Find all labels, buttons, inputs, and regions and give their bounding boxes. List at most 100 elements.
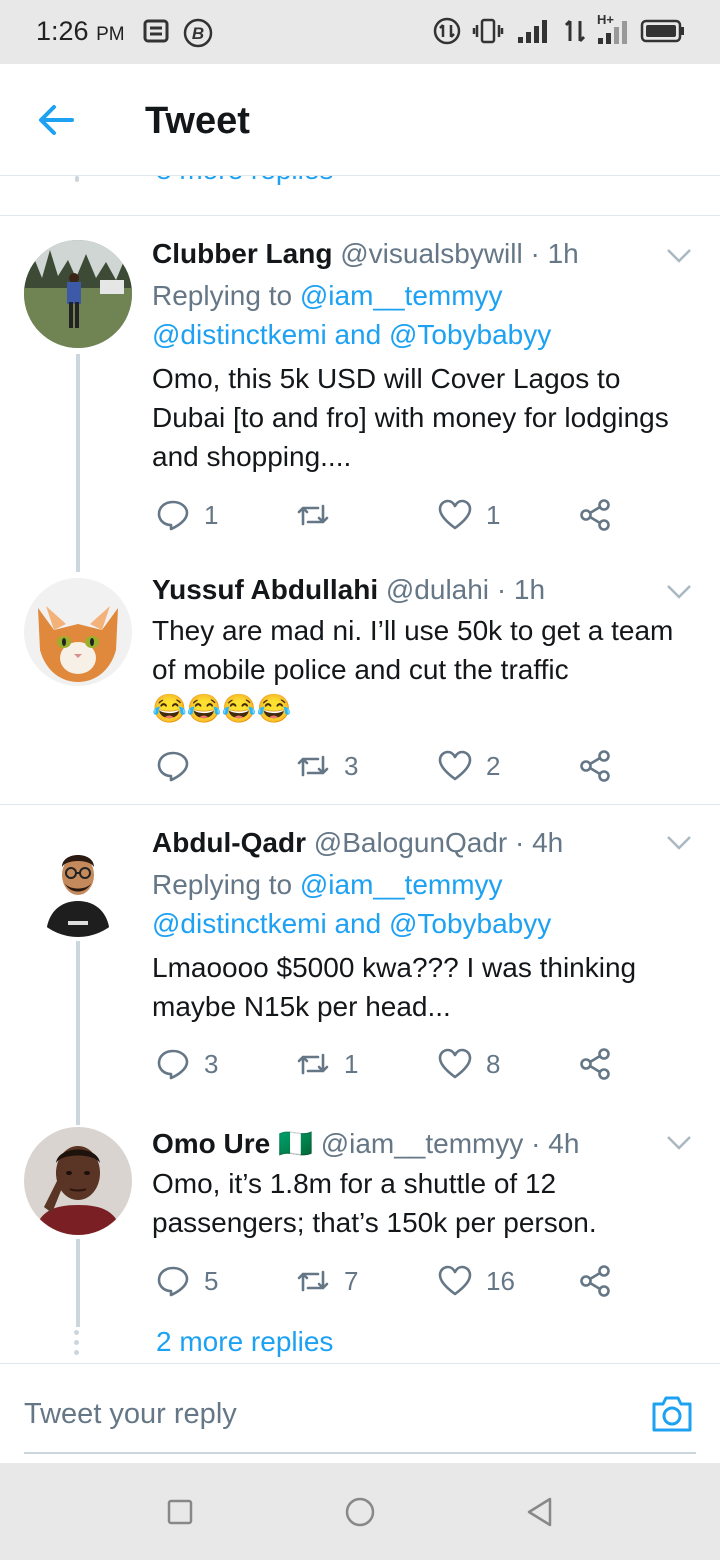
retweet-count: 3 <box>344 750 359 781</box>
mention-link[interactable]: @distinctkemi <box>152 319 327 350</box>
tweet-yussuf-abdullahi[interactable]: Yussuf Abdullahi @dulahi · 1h They are m… <box>0 562 720 804</box>
signal-icon <box>518 20 547 43</box>
avatar[interactable] <box>24 829 132 937</box>
top-more-replies-row[interactable]: 8 more replies <box>0 176 720 216</box>
back-nav-icon[interactable] <box>523 1495 557 1529</box>
tweet-header: Omo Ure 🇳🇬 @iam__temmyy · 4h <box>152 1127 579 1160</box>
reply-input-underline <box>24 1452 696 1454</box>
tweet-header: Abdul-Qadr @BalogunQadr · 4h <box>152 827 563 859</box>
status-time-value: 1:26 <box>36 16 89 46</box>
mention-link[interactable]: @iam__temmyy <box>300 280 503 311</box>
tweet-time: · 4h <box>515 827 564 858</box>
tweet-header: Yussuf Abdullahi @dulahi · 1h <box>152 574 545 606</box>
data-saver-icon <box>433 17 461 45</box>
heart-icon <box>438 1048 472 1079</box>
author-name[interactable]: Clubber Lang <box>152 238 332 269</box>
heart-icon <box>438 750 472 781</box>
tweet-text: Omo, it’s 1.8m for a shuttle of 12 passe… <box>152 1168 597 1238</box>
author-name[interactable]: Omo Ure <box>152 1128 270 1159</box>
mention-link[interactable]: @iam__temmyy <box>300 869 503 900</box>
share-button[interactable] <box>578 495 612 535</box>
chevron-down-icon[interactable] <box>666 584 692 600</box>
tweet-actions: 1 1 <box>152 495 622 535</box>
share-icon <box>580 1048 610 1080</box>
tweet-time: · 1h <box>496 574 546 605</box>
like-count: 16 <box>486 1265 515 1296</box>
author-name[interactable]: Abdul-Qadr <box>152 827 306 858</box>
thread-dots <box>74 1330 80 1360</box>
reply-button[interactable]: 3 <box>156 1044 218 1084</box>
like-button[interactable]: 1 <box>438 495 500 535</box>
signal-weak-icon <box>598 21 627 44</box>
top-more-replies-link[interactable]: 8 more replies <box>156 176 333 186</box>
status-time: 1:26 PM <box>36 16 125 47</box>
reply-button[interactable]: 5 <box>156 1261 218 1301</box>
tweet-abdul-qadr[interactable]: Abdul-Qadr @BalogunQadr · 4h Replying to… <box>0 805 720 1125</box>
mention-and: and <box>334 908 382 939</box>
reply-button[interactable]: 1 <box>156 495 218 535</box>
chevron-down-icon[interactable] <box>666 1135 692 1151</box>
reply-count: 5 <box>204 1265 219 1296</box>
like-button[interactable]: 8 <box>438 1044 500 1084</box>
like-button[interactable]: 16 <box>438 1261 515 1301</box>
retweet-count: 1 <box>344 1048 359 1079</box>
status-ampm: PM <box>96 24 125 45</box>
reply-bar: Tweet your reply <box>0 1363 720 1463</box>
tweet-actions: 3 2 <box>152 746 622 786</box>
home-icon[interactable] <box>343 1495 377 1529</box>
chevron-down-icon[interactable] <box>666 835 692 851</box>
replying-to: Replying to @iam__temmyy @distinctkemi a… <box>152 276 692 354</box>
tweet-header: Clubber Lang @visualsbywill · 1h <box>152 238 579 270</box>
reply-button[interactable] <box>156 746 204 786</box>
reply-count: 3 <box>204 1048 219 1079</box>
page-title: Tweet <box>145 100 250 142</box>
author-handle[interactable]: @dulahi <box>386 574 489 605</box>
camera-icon[interactable] <box>650 1394 694 1434</box>
mention-link[interactable]: @Tobybabyy <box>389 319 551 350</box>
share-button[interactable] <box>578 1044 612 1084</box>
app-header: Tweet <box>0 64 720 176</box>
author-name[interactable]: Yussuf Abdullahi <box>152 574 378 605</box>
mention-link[interactable]: @Tobybabyy <box>389 908 551 939</box>
back-arrow-icon[interactable] <box>36 102 76 138</box>
more-replies-link[interactable]: 2 more replies <box>156 1326 333 1358</box>
data-arrows-icon <box>564 19 586 43</box>
tweet-text: They are mad ni. I’ll use 50k to get a t… <box>152 611 692 728</box>
battery-icon <box>640 19 684 43</box>
like-count: 8 <box>486 1048 501 1079</box>
thread-line <box>76 941 80 1125</box>
heart-icon <box>438 1265 472 1296</box>
author-handle[interactable]: @BalogunQadr <box>314 827 507 858</box>
retweet-button[interactable]: 3 <box>296 746 358 786</box>
retweet-button[interactable]: 7 <box>296 1261 358 1301</box>
retweet-button[interactable] <box>296 495 344 535</box>
share-button[interactable] <box>578 1261 612 1301</box>
tweet-omo-ure[interactable]: Omo Ure 🇳🇬 @iam__temmyy · 4h Omo, it’s 1… <box>0 1111 720 1327</box>
retweet-count: 7 <box>344 1265 359 1296</box>
tweet-time: · 1h <box>530 238 579 269</box>
like-button[interactable]: 2 <box>438 746 500 786</box>
author-handle[interactable]: @visualsbywill <box>340 238 522 269</box>
chevron-down-icon[interactable] <box>666 248 692 264</box>
avatar[interactable] <box>24 578 132 686</box>
share-button[interactable] <box>578 746 612 786</box>
author-handle[interactable]: @iam__temmyy <box>321 1128 524 1159</box>
avatar[interactable] <box>24 240 132 348</box>
avatar[interactable] <box>24 1127 132 1235</box>
retweet-icon <box>297 1053 329 1075</box>
tweet-clubber-lang[interactable]: Clubber Lang @visualsbywill · 1h Replyin… <box>0 216 720 572</box>
mention-and: and <box>334 319 382 350</box>
recents-icon[interactable] <box>163 1495 197 1529</box>
tweet-actions: 3 1 8 <box>152 1044 622 1084</box>
retweet-button[interactable]: 1 <box>296 1044 358 1084</box>
retweet-icon <box>297 504 329 526</box>
status-left-icons: B <box>143 18 213 48</box>
retweet-icon <box>297 1270 329 1292</box>
mention-link[interactable]: @distinctkemi <box>152 908 327 939</box>
bitcoin-icon: B <box>183 18 213 48</box>
tweet-text-body: They are mad ni. I’ll use 50k to get a t… <box>152 615 674 685</box>
reply-input[interactable]: Tweet your reply <box>24 1398 237 1431</box>
system-nav-bar <box>0 1463 720 1560</box>
message-icon <box>143 19 169 43</box>
share-icon <box>580 750 610 782</box>
